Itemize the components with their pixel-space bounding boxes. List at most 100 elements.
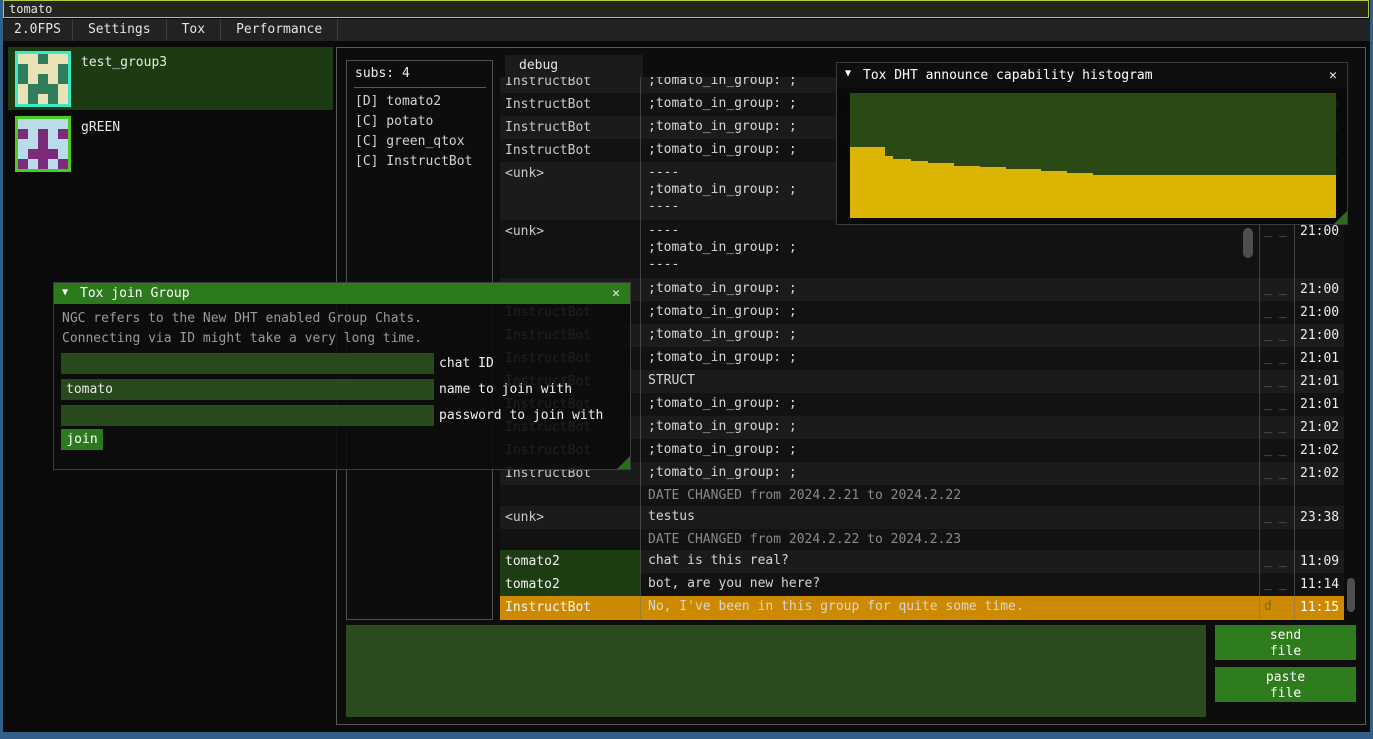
menu-item-performance[interactable]: Performance	[221, 19, 338, 41]
paste-file-button[interactable]: paste file	[1215, 667, 1356, 702]
date-row: DATE CHANGED from 2024.2.21 to 2024.2.22	[500, 485, 1344, 506]
composer-input[interactable]	[346, 625, 1206, 717]
column-separator	[640, 485, 641, 506]
delivery-status: __	[1264, 281, 1294, 296]
members-separator	[354, 87, 486, 88]
delivery-status: __	[1264, 465, 1294, 480]
column-separator	[640, 116, 641, 139]
message-timestamp: 21:01	[1300, 374, 1339, 389]
avatar-pixel	[48, 119, 58, 129]
message-line: ----	[648, 224, 1254, 241]
tab-debug[interactable]: debug	[505, 55, 643, 77]
member-item-potato[interactable]: [C] potato	[355, 112, 433, 132]
collapse-icon[interactable]: ▼	[845, 68, 851, 79]
avatar-pixel	[28, 159, 38, 169]
group-avatar	[15, 116, 71, 172]
column-separator	[1259, 485, 1260, 506]
histogram-window-titlebar[interactable]: ▼ Tox DHT announce capability histogram …	[837, 63, 1347, 87]
avatar-pixel	[18, 119, 28, 129]
resize-grip-icon[interactable]	[617, 456, 630, 469]
menu-item-settings[interactable]: Settings	[73, 19, 167, 41]
avatar-pixel	[58, 149, 68, 159]
status-mark: _	[1279, 599, 1287, 614]
join-window-titlebar[interactable]: ▼ Tox join Group ✕	[54, 283, 630, 304]
status-mark: d	[1264, 599, 1272, 614]
status-mark: _	[1279, 442, 1287, 457]
column-separator	[1294, 220, 1295, 278]
join-field-name-to-join-with[interactable]	[61, 379, 434, 400]
member-item-tomato2[interactable]: [D] tomato2	[355, 92, 441, 112]
avatar-pixel	[58, 139, 68, 149]
join-window-title: Tox join Group	[80, 286, 190, 301]
column-separator	[1259, 324, 1260, 347]
avatar-pixel	[48, 139, 58, 149]
delivery-status: __	[1264, 223, 1294, 238]
avatar-pixel	[28, 149, 38, 159]
histogram-bar	[850, 147, 859, 218]
column-separator	[640, 301, 641, 324]
column-separator	[1259, 301, 1260, 324]
window-title: tomato	[9, 2, 52, 16]
histogram-bar	[989, 167, 998, 218]
histogram-bar	[1041, 171, 1050, 218]
avatar-pixel	[18, 74, 28, 84]
status-mark: _	[1264, 396, 1272, 411]
resize-grip-icon[interactable]	[1334, 211, 1347, 224]
delivery-status: __	[1264, 350, 1294, 365]
message-row: <unk>testus__23:38	[500, 506, 1344, 529]
status-mark: _	[1264, 327, 1272, 342]
join-button[interactable]: join	[61, 429, 103, 450]
join-field-chat-ID[interactable]	[61, 353, 434, 374]
chat-scrollbar-thumb[interactable]	[1243, 228, 1253, 258]
collapse-icon[interactable]: ▼	[62, 287, 68, 298]
column-separator	[640, 347, 641, 370]
avatar-pixel	[38, 54, 48, 64]
join-group-window: ▼ Tox join Group ✕ NGC refers to the New…	[53, 282, 631, 470]
avatar-pixel	[48, 84, 58, 94]
message-line: bot, are you new here?	[648, 577, 1254, 594]
send-file-button[interactable]: send file	[1215, 625, 1356, 660]
column-separator	[1259, 416, 1260, 439]
column-separator	[640, 324, 641, 347]
message-text: ;tomato_in_group: ;	[648, 305, 1254, 322]
group-row-gREEN[interactable]: gREEN	[8, 112, 333, 175]
column-separator	[1294, 324, 1295, 347]
member-item-green_qtox[interactable]: [C] green_qtox	[355, 132, 465, 152]
window-scrollbar-thumb[interactable]	[1347, 578, 1355, 612]
join-field-label: chat ID	[439, 356, 494, 371]
message-text: ;tomato_in_group: ;	[648, 420, 1254, 437]
avatar-pixel	[58, 119, 68, 129]
group-row-test_group3[interactable]: test_group3	[8, 47, 333, 110]
member-item-InstructBot[interactable]: [C] InstructBot	[355, 152, 472, 172]
group-name-label: gREEN	[81, 120, 120, 135]
column-separator	[1294, 506, 1295, 529]
close-icon[interactable]: ✕	[1325, 68, 1341, 84]
message-text: ;tomato_in_group: ;	[648, 328, 1254, 345]
members-count-label: subs: 4	[355, 66, 410, 81]
column-separator	[640, 393, 641, 416]
avatar-pixel	[48, 94, 58, 104]
histogram-bar	[1119, 175, 1128, 218]
close-icon[interactable]: ✕	[608, 286, 624, 302]
message-text: ;tomato_in_group: ;	[648, 397, 1254, 414]
delivery-status: __	[1264, 304, 1294, 319]
status-mark: _	[1264, 576, 1272, 591]
histogram-bar	[1301, 175, 1310, 218]
join-field-password-to-join-with[interactable]	[61, 405, 434, 426]
column-separator	[640, 370, 641, 393]
avatar-pixel	[48, 149, 58, 159]
histogram-bar	[1223, 175, 1232, 218]
avatar-pixel	[18, 84, 28, 94]
status-mark: _	[1279, 281, 1287, 296]
histogram-bar	[1154, 175, 1163, 218]
os-title-bar[interactable]: tomato	[3, 0, 1369, 18]
delivery-status: __	[1264, 327, 1294, 342]
avatar-pixel	[58, 64, 68, 74]
message-text: STRUCT	[648, 374, 1254, 391]
status-mark: _	[1279, 223, 1287, 238]
column-separator	[640, 93, 641, 116]
status-mark: _	[1279, 350, 1287, 365]
message-text: ;tomato_in_group: ;	[648, 282, 1254, 299]
avatar-pixel	[58, 159, 68, 169]
menu-item-tox[interactable]: Tox	[167, 19, 221, 41]
